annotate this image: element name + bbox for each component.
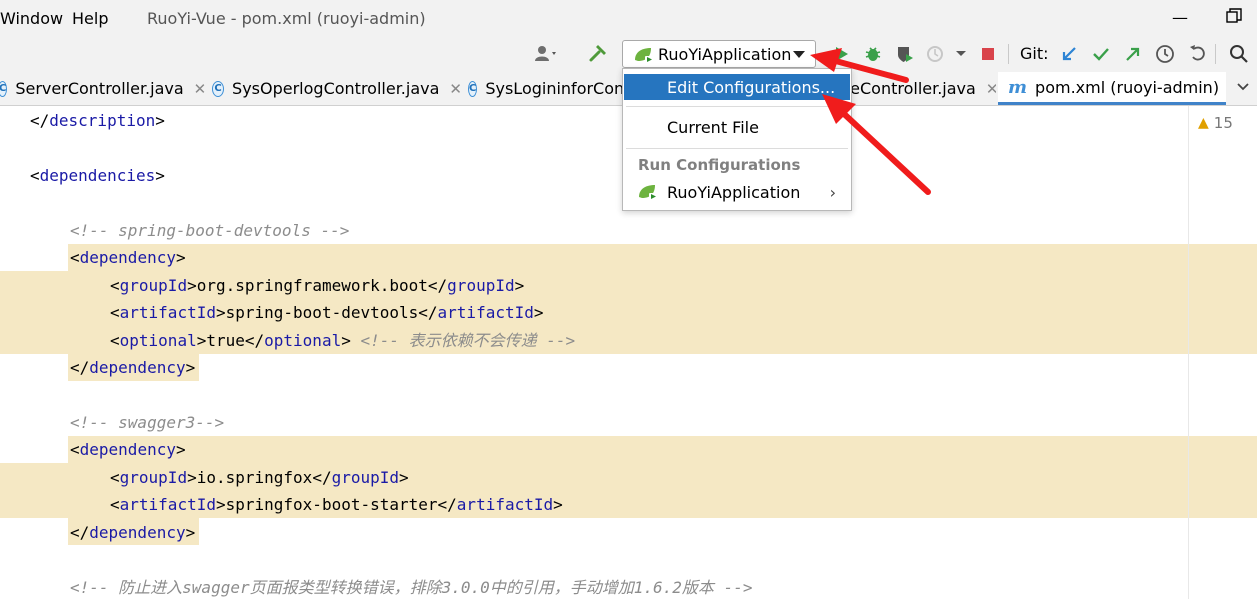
class-icon: C xyxy=(212,80,225,97)
code-line: <!-- spring-boot-devtools --> xyxy=(70,221,350,240)
restore-icon[interactable] xyxy=(1226,8,1242,28)
edit-configurations-item[interactable]: Edit Configurations... xyxy=(624,74,850,100)
code-line: <!-- 防止进入swagger页面报类型转换错误，排除3.0.0中的引用，手动… xyxy=(70,578,753,597)
tab-label: SysOperlogController.java xyxy=(232,79,440,98)
history-icon[interactable] xyxy=(1152,41,1178,67)
window-title: RuoYi-Vue - pom.xml (ruoyi-admin) xyxy=(147,9,426,28)
class-icon: C xyxy=(468,80,478,97)
menu-bar: Window Help RuoYi-Vue - pom.xml (ruoyi-a… xyxy=(0,0,1257,36)
git-update-icon[interactable] xyxy=(1056,41,1082,67)
class-icon: C xyxy=(0,80,8,97)
debug-icon[interactable] xyxy=(860,41,886,67)
git-push-icon[interactable] xyxy=(1120,41,1146,67)
code-line: </dependency> xyxy=(70,358,196,377)
tab-sysoperlog-controller[interactable]: C SysOperlogController.java ✕ xyxy=(212,72,462,105)
run-configurations-header: Run Configurations xyxy=(638,156,801,174)
git-commit-icon[interactable] xyxy=(1088,41,1114,67)
chevron-right-icon: › xyxy=(829,182,836,202)
run-configuration-item[interactable]: RuoYiApplication › xyxy=(624,179,850,205)
code-line: <dependency> xyxy=(70,440,186,459)
menu-window[interactable]: Window xyxy=(0,9,63,28)
user-icon[interactable] xyxy=(534,41,560,67)
spring-leaf-icon xyxy=(633,46,655,68)
maven-icon: m xyxy=(1008,76,1028,98)
menu-divider xyxy=(626,106,848,107)
tab-label: pom.xml (ruoyi-admin) xyxy=(1035,77,1220,97)
menu-help[interactable]: Help xyxy=(72,9,108,28)
run-configuration-popup: Edit Configurations... Current File Run … xyxy=(622,68,852,211)
code-line: <dependency> xyxy=(70,248,186,267)
tab-label: neController.java xyxy=(840,79,976,98)
tab-server-controller[interactable]: C ServerController.java ✕ xyxy=(0,72,205,105)
coverage-icon[interactable] xyxy=(892,41,918,67)
chevron-down-icon[interactable] xyxy=(1236,80,1250,98)
search-icon[interactable] xyxy=(1226,41,1252,67)
menu-divider xyxy=(626,148,848,149)
minimize-icon[interactable]: — xyxy=(1172,8,1188,27)
code-line: </dependency> xyxy=(70,523,196,542)
tab-pom-xml[interactable]: m pom.xml (ruoyi-admin) ✕ xyxy=(998,72,1226,105)
stop-icon[interactable] xyxy=(975,41,1001,67)
code-line: <optional>true</optional> <!-- 表示依赖不会传递 … xyxy=(110,331,576,350)
toolbar-divider xyxy=(1008,44,1009,64)
rollback-icon[interactable] xyxy=(1185,41,1211,67)
close-icon[interactable]: ✕ xyxy=(194,80,205,98)
close-icon[interactable]: ✕ xyxy=(449,80,462,98)
build-hammer-icon[interactable] xyxy=(585,41,611,67)
profile-icon[interactable] xyxy=(924,41,950,67)
code-line: <groupId>io.springfox</groupId> xyxy=(110,468,409,487)
tab-label: ServerController.java xyxy=(15,79,184,98)
tab-label: SysLogininforCont xyxy=(485,79,626,98)
chevron-down-icon[interactable] xyxy=(948,41,974,67)
run-configuration-label: RuoYiApplication xyxy=(658,45,792,64)
code-line: <artifactId>spring-boot-devtools</artifa… xyxy=(110,303,544,322)
current-file-item[interactable]: Current File xyxy=(624,114,850,140)
toolbar: RuoYiApplication Git: xyxy=(0,36,1257,72)
git-label: Git: xyxy=(1020,44,1049,63)
run-icon[interactable] xyxy=(828,41,854,67)
code-line: <!-- swagger3--> xyxy=(70,413,225,432)
tab-syslogininfor-controller[interactable]: C SysLogininforCont xyxy=(468,72,626,105)
tab-controller[interactable]: neController.java ✕ xyxy=(840,72,996,105)
spring-leaf-icon xyxy=(637,183,659,205)
run-configuration-selector[interactable]: RuoYiApplication xyxy=(622,40,816,68)
close-icon[interactable]: ✕ xyxy=(986,80,996,98)
chevron-down-icon xyxy=(793,51,805,58)
toolbar-divider xyxy=(1215,44,1216,64)
code-line: <groupId>org.springframework.boot</group… xyxy=(110,276,525,295)
code-line: <artifactId>springfox-boot-starter</arti… xyxy=(110,495,563,514)
